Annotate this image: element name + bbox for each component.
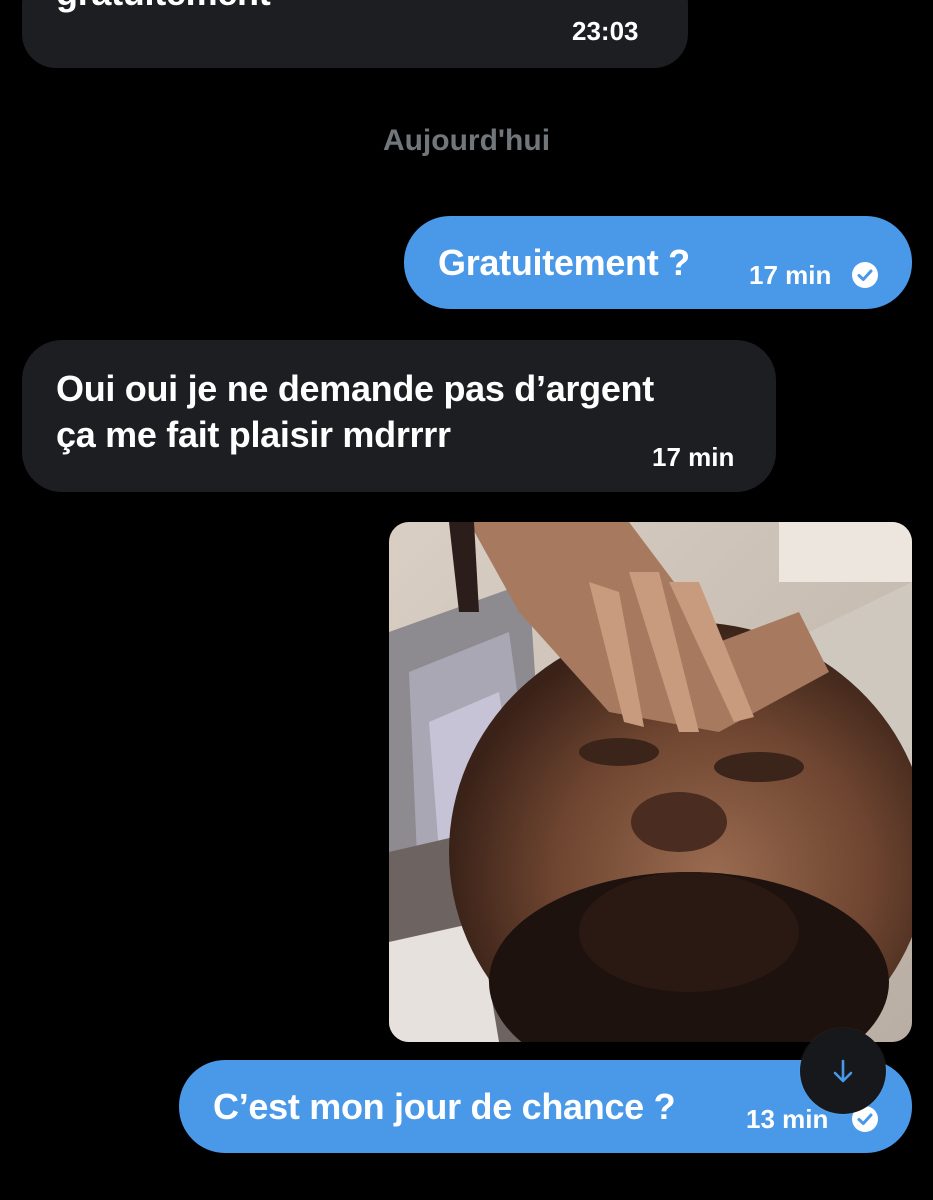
message-timestamp: 17 min	[749, 260, 832, 290]
message-bubble-incoming[interactable]: Oui oui je ne demande pas d’argent ça me…	[22, 340, 776, 492]
message-bubble-outgoing[interactable]: Gratuitement ? 17 min	[404, 216, 912, 309]
sent-check-icon	[852, 262, 878, 288]
message-timestamp: 17 min	[652, 442, 735, 472]
message-bubble-incoming[interactable]: gratuitement 23:03	[22, 0, 688, 68]
message-text: gratuitement	[56, 0, 271, 16]
arrow-down-icon	[833, 1059, 853, 1083]
reaction-gif-image[interactable]	[389, 522, 912, 1042]
date-separator: Aujourd'hui	[382, 124, 551, 157]
message-line: ça me fait plaisir mdrrrr	[56, 414, 451, 455]
message-text: Oui oui je ne demande pas d’argent ça me…	[56, 366, 654, 458]
message-timestamp: 23:03	[572, 16, 639, 46]
message-timestamp: 13 min	[746, 1104, 829, 1134]
message-line: Oui oui je ne demande pas d’argent	[56, 368, 654, 409]
message-text: Gratuitement ?	[438, 242, 690, 283]
scroll-to-bottom-button[interactable]	[800, 1028, 886, 1114]
message-text: C’est mon jour de chance ?	[213, 1086, 676, 1127]
